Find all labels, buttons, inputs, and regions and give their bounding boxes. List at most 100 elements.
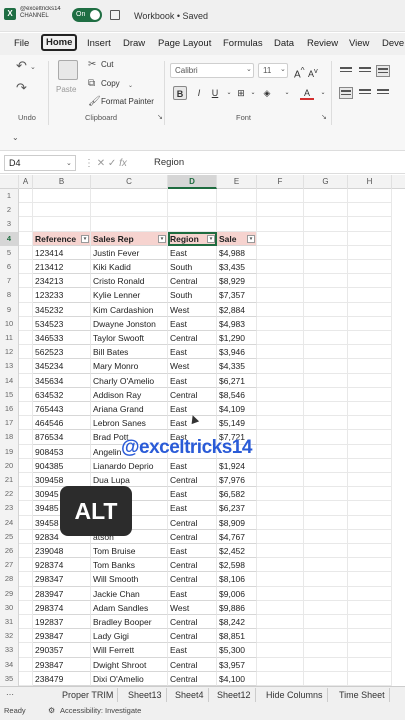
chevron-down-icon[interactable]: ⌄ xyxy=(280,86,294,100)
cell[interactable] xyxy=(304,430,348,445)
table-cell[interactable]: Bradley Booper xyxy=(91,615,168,630)
cell[interactable] xyxy=(19,345,33,360)
table-cell[interactable]: 238479 xyxy=(33,671,91,686)
table-cell[interactable]: 634532 xyxy=(33,387,91,402)
cell[interactable] xyxy=(304,288,348,303)
table-cell[interactable]: West xyxy=(168,600,217,615)
cell[interactable] xyxy=(348,331,392,346)
cell[interactable] xyxy=(348,245,392,260)
table-cell[interactable]: West xyxy=(168,359,217,374)
ribbon-options-icon[interactable]: ⌄ xyxy=(12,133,19,143)
table-cell[interactable]: 213412 xyxy=(33,260,91,275)
cell[interactable] xyxy=(257,231,304,246)
cell[interactable] xyxy=(19,444,33,459)
cell[interactable] xyxy=(257,458,304,473)
cell[interactable] xyxy=(304,529,348,544)
paste-label[interactable]: Paste xyxy=(56,85,76,94)
table-cell[interactable]: 908453 xyxy=(33,444,91,459)
cell[interactable] xyxy=(304,331,348,346)
cell[interactable] xyxy=(168,189,217,204)
filter-dropdown-icon[interactable]: ▾ xyxy=(81,234,89,243)
row-number[interactable]: 3 xyxy=(0,217,19,232)
table-cell[interactable]: Tom Banks xyxy=(91,558,168,573)
cell[interactable] xyxy=(348,373,392,388)
cell[interactable] xyxy=(19,487,33,502)
align-top-icon[interactable] xyxy=(339,65,353,77)
row-number[interactable]: 21 xyxy=(0,473,19,488)
table-header-cell[interactable]: Sales Rep ▾ xyxy=(91,231,168,246)
cell[interactable] xyxy=(348,615,392,630)
table-cell[interactable]: $4,109 xyxy=(217,402,257,417)
font-launcher-icon[interactable]: ↘ xyxy=(321,113,327,123)
table-cell[interactable]: 876534 xyxy=(33,430,91,445)
cell[interactable] xyxy=(19,558,33,573)
table-cell[interactable]: $8,851 xyxy=(217,629,257,644)
table-cell[interactable]: Central xyxy=(168,629,217,644)
row-number[interactable]: 28 xyxy=(0,572,19,587)
cell[interactable] xyxy=(304,671,348,686)
cell[interactable] xyxy=(348,189,392,204)
table-cell[interactable]: 234213 xyxy=(33,274,91,289)
cell[interactable] xyxy=(257,359,304,374)
row-number[interactable]: 11 xyxy=(0,331,19,346)
filter-dropdown-icon[interactable]: ▾ xyxy=(158,234,166,243)
table-cell[interactable]: $1,924 xyxy=(217,458,257,473)
undo-dropdown-icon[interactable]: ⌄ xyxy=(30,63,36,73)
increase-font-icon[interactable]: A^ xyxy=(294,65,305,80)
row-number[interactable]: 6 xyxy=(0,260,19,275)
cell[interactable] xyxy=(257,274,304,289)
cell[interactable] xyxy=(19,302,33,317)
align-middle-icon[interactable] xyxy=(358,65,372,77)
cell[interactable] xyxy=(33,203,91,218)
format-painter-button[interactable]: Format Painter xyxy=(101,97,154,106)
row-number[interactable]: 26 xyxy=(0,544,19,559)
row-number[interactable]: 20 xyxy=(0,458,19,473)
sheet-tab[interactable]: Sheet12 xyxy=(213,688,256,702)
table-cell[interactable]: Central xyxy=(168,671,217,686)
column-header[interactable]: G xyxy=(304,175,348,189)
table-cell[interactable]: $4,767 xyxy=(217,529,257,544)
cell[interactable] xyxy=(348,402,392,417)
tab-formulas[interactable]: Formulas xyxy=(223,38,263,49)
cell[interactable] xyxy=(304,444,348,459)
table-cell[interactable]: 283947 xyxy=(33,586,91,601)
row-number[interactable]: 16 xyxy=(0,402,19,417)
cell[interactable] xyxy=(348,572,392,587)
cell[interactable] xyxy=(257,515,304,530)
table-cell[interactable]: $9,006 xyxy=(217,586,257,601)
cell[interactable] xyxy=(19,359,33,374)
cut-button[interactable]: Cut xyxy=(101,60,113,69)
cell[interactable] xyxy=(257,600,304,615)
chevron-down-icon[interactable]: ⌄ xyxy=(66,159,72,169)
cell[interactable] xyxy=(304,572,348,587)
row-number[interactable]: 33 xyxy=(0,643,19,658)
table-cell[interactable]: $5,300 xyxy=(217,643,257,658)
table-cell[interactable]: $6,237 xyxy=(217,501,257,516)
cell[interactable] xyxy=(304,600,348,615)
cell[interactable] xyxy=(257,558,304,573)
table-cell[interactable]: Cristo Ronald xyxy=(91,274,168,289)
cell[interactable] xyxy=(217,217,257,232)
table-cell[interactable]: 345634 xyxy=(33,373,91,388)
cell[interactable] xyxy=(19,316,33,331)
table-cell[interactable]: $1,290 xyxy=(217,331,257,346)
cell[interactable] xyxy=(304,515,348,530)
cell[interactable] xyxy=(257,615,304,630)
table-cell[interactable]: Central xyxy=(168,529,217,544)
table-cell[interactable]: 534523 xyxy=(33,316,91,331)
table-cell[interactable]: $9,886 xyxy=(217,600,257,615)
tab-file[interactable]: File xyxy=(14,38,29,49)
cell[interactable] xyxy=(304,245,348,260)
cell[interactable] xyxy=(257,260,304,275)
table-cell[interactable]: South xyxy=(168,288,217,303)
cell[interactable] xyxy=(304,316,348,331)
sheet-tab[interactable]: Time Sheet xyxy=(335,688,390,702)
row-number[interactable]: 9 xyxy=(0,302,19,317)
cell[interactable] xyxy=(304,189,348,204)
copy-icon[interactable]: ⧉ xyxy=(88,79,95,89)
cell[interactable] xyxy=(257,544,304,559)
table-cell[interactable]: Kiki Kadid xyxy=(91,260,168,275)
table-cell[interactable]: $7,976 xyxy=(217,473,257,488)
cell[interactable] xyxy=(348,302,392,317)
cell[interactable] xyxy=(19,373,33,388)
